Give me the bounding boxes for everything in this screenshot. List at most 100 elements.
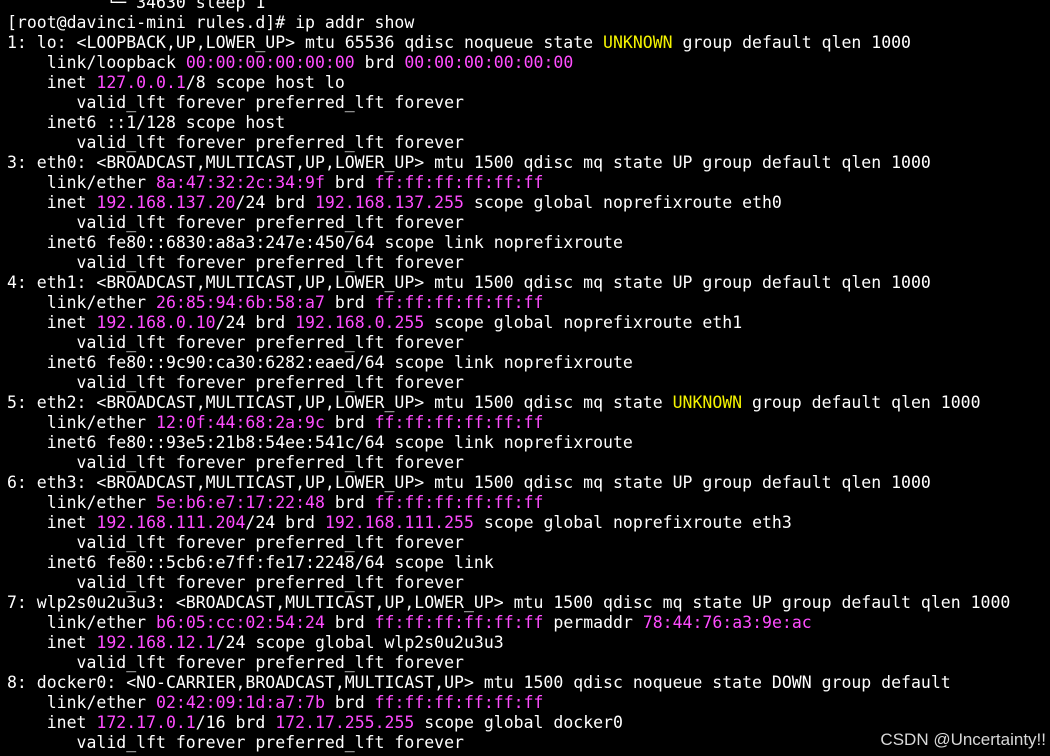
output-text: /24 brd bbox=[235, 193, 315, 212]
terminal-line: 1: lo: <LOOPBACK,UP,LOWER_UP> mtu 65536 … bbox=[0, 33, 1050, 53]
output-text: link/ether bbox=[7, 693, 157, 712]
address-text: 192.168.111.255 bbox=[324, 513, 474, 532]
terminal-line: inet 192.168.137.20/24 brd 192.168.137.2… bbox=[0, 193, 1050, 213]
terminal-line: valid_lft forever preferred_lft forever bbox=[0, 453, 1050, 473]
terminal-line: link/ether 8a:47:32:2c:34:9f brd ff:ff:f… bbox=[0, 173, 1050, 193]
output-text: /24 scope global wlp2s0u2u3u3 bbox=[215, 633, 504, 652]
output-text: group default qlen 1000 bbox=[672, 33, 912, 52]
terminal-line: valid_lft forever preferred_lft forever bbox=[0, 133, 1050, 153]
address-text: 192.168.137.20 bbox=[96, 193, 236, 212]
terminal-line: inet 192.168.111.204/24 brd 192.168.111.… bbox=[0, 513, 1050, 533]
output-text: /24 brd bbox=[245, 513, 325, 532]
output-text: brd bbox=[324, 293, 375, 312]
terminal-line: link/ether b6:05:cc:02:54:24 brd ff:ff:f… bbox=[0, 613, 1050, 633]
output-text: valid_lft forever preferred_lft forever bbox=[7, 133, 464, 152]
output-text: valid_lft forever preferred_lft forever bbox=[7, 653, 464, 672]
output-text: scope global noprefixroute eth3 bbox=[473, 513, 792, 532]
terminal-line: valid_lft forever preferred_lft forever bbox=[0, 573, 1050, 593]
terminal-line: link/ether 02:42:09:1d:a7:7b brd ff:ff:f… bbox=[0, 693, 1050, 713]
output-text: valid_lft forever preferred_lft forever bbox=[7, 213, 464, 232]
state-text: UNKNOWN bbox=[672, 393, 743, 412]
terminal-line: inet 127.0.0.1/8 scope host lo bbox=[0, 73, 1050, 93]
address-text: 78:44:76:a3:9e:ac bbox=[642, 613, 812, 632]
output-text: valid_lft forever preferred_lft forever bbox=[7, 93, 464, 112]
terminal-line: inet 192.168.0.10/24 brd 192.168.0.255 s… bbox=[0, 313, 1050, 333]
output-text: brd bbox=[324, 413, 375, 432]
terminal-line: valid_lft forever preferred_lft forever bbox=[0, 373, 1050, 393]
address-text: 192.168.111.204 bbox=[96, 513, 246, 532]
address-text: 192.168.12.1 bbox=[96, 633, 216, 652]
address-text: 192.168.0.255 bbox=[295, 313, 425, 332]
output-text: inet bbox=[7, 713, 97, 732]
output-text: brd bbox=[324, 173, 375, 192]
terminal-line: inet6 fe80::93e5:21b8:54ee:541c/64 scope… bbox=[0, 433, 1050, 453]
output-text: brd bbox=[354, 53, 405, 72]
output-text: 3: eth0: <BROADCAST,MULTICAST,UP,LOWER_U… bbox=[7, 153, 931, 172]
output-text: └─ 34630 sleep 1 bbox=[7, 0, 266, 12]
address-text: 12:0f:44:68:2a:9c bbox=[156, 413, 325, 432]
terminal-line: link/loopback 00:00:00:00:00:00 brd 00:0… bbox=[0, 53, 1050, 73]
output-text: inet6 fe80::93e5:21b8:54ee:541c/64 scope… bbox=[7, 433, 633, 452]
address-text: ff:ff:ff:ff:ff:ff bbox=[374, 413, 544, 432]
terminal-line: valid_lft forever preferred_lft forever bbox=[0, 653, 1050, 673]
output-text: inet bbox=[7, 313, 97, 332]
output-text: brd bbox=[324, 613, 375, 632]
address-text: 02:42:09:1d:a7:7b bbox=[156, 693, 325, 712]
output-text: valid_lft forever preferred_lft forever bbox=[7, 453, 464, 472]
output-text: valid_lft forever preferred_lft forever bbox=[7, 333, 464, 352]
output-text: 1: lo: <LOOPBACK,UP,LOWER_UP> mtu 65536 … bbox=[7, 33, 604, 52]
address-text: b6:05:cc:02:54:24 bbox=[156, 613, 325, 632]
address-text: 192.168.137.255 bbox=[314, 193, 464, 212]
output-text: link/ether bbox=[7, 293, 157, 312]
output-text: 5: eth2: <BROADCAST,MULTICAST,UP,LOWER_U… bbox=[7, 393, 673, 412]
output-text: inet bbox=[7, 513, 97, 532]
output-text: valid_lft forever preferred_lft forever bbox=[7, 533, 464, 552]
output-text: 4: eth1: <BROADCAST,MULTICAST,UP,LOWER_U… bbox=[7, 273, 931, 292]
terminal-line: link/ether 5e:b6:e7:17:22:48 brd ff:ff:f… bbox=[0, 493, 1050, 513]
terminal-line: valid_lft forever preferred_lft forever bbox=[0, 93, 1050, 113]
output-text: valid_lft forever preferred_lft forever bbox=[7, 253, 464, 272]
terminal-line: valid_lft forever preferred_lft forever bbox=[0, 333, 1050, 353]
output-text: [root@davinci-mini rules.d]# ip addr sho… bbox=[7, 13, 415, 32]
address-text: ff:ff:ff:ff:ff:ff bbox=[374, 693, 544, 712]
output-text: inet6 ::1/128 scope host bbox=[7, 113, 286, 132]
output-text: link/ether bbox=[7, 413, 157, 432]
output-text: valid_lft forever preferred_lft forever bbox=[7, 573, 464, 592]
terminal-output[interactable]: └─ 34630 sleep 1 [root@davinci-mini rules… bbox=[0, 0, 1050, 753]
output-text: valid_lft forever preferred_lft forever bbox=[7, 733, 464, 752]
terminal-line: link/ether 26:85:94:6b:58:a7 brd ff:ff:f… bbox=[0, 293, 1050, 313]
output-text: group default qlen 1000 bbox=[742, 393, 981, 412]
output-text: 7: wlp2s0u2u3u3: <BROADCAST,MULTICAST,UP… bbox=[7, 593, 1011, 612]
output-text: /24 brd bbox=[215, 313, 296, 332]
address-text: ff:ff:ff:ff:ff:ff bbox=[374, 493, 544, 512]
output-text: /8 scope host lo bbox=[185, 73, 345, 92]
output-text: link/ether bbox=[7, 173, 157, 192]
address-text: 26:85:94:6b:58:a7 bbox=[156, 293, 325, 312]
output-text: 6: eth3: <BROADCAST,MULTICAST,UP,LOWER_U… bbox=[7, 473, 931, 492]
address-text: 172.17.0.1 bbox=[96, 713, 196, 732]
output-text: inet bbox=[7, 633, 97, 652]
output-text: inet6 fe80::6830:a8a3:247e:450/64 scope … bbox=[7, 233, 623, 252]
output-text: scope global noprefixroute eth0 bbox=[463, 193, 782, 212]
terminal-line: valid_lft forever preferred_lft forever bbox=[0, 213, 1050, 233]
address-text: 192.168.0.10 bbox=[96, 313, 216, 332]
output-text: brd bbox=[324, 493, 375, 512]
terminal-line: 5: eth2: <BROADCAST,MULTICAST,UP,LOWER_U… bbox=[0, 393, 1050, 413]
terminal-line: 6: eth3: <BROADCAST,MULTICAST,UP,LOWER_U… bbox=[0, 473, 1050, 493]
output-text: inet6 fe80::5cb6:e7ff:fe17:2248/64 scope… bbox=[7, 553, 494, 572]
output-text: inet6 fe80::9c90:ca30:6282:eaed/64 scope… bbox=[7, 353, 633, 372]
address-text: ff:ff:ff:ff:ff:ff bbox=[374, 173, 544, 192]
output-text: valid_lft forever preferred_lft forever bbox=[7, 373, 464, 392]
address-text: ff:ff:ff:ff:ff:ff bbox=[374, 293, 544, 312]
terminal-line: inet6 fe80::6830:a8a3:247e:450/64 scope … bbox=[0, 233, 1050, 253]
address-text: 00:00:00:00:00:00 bbox=[404, 53, 574, 72]
terminal-line: └─ 34630 sleep 1 bbox=[0, 0, 1050, 13]
terminal-line: inet 192.168.12.1/24 scope global wlp2s0… bbox=[0, 633, 1050, 653]
terminal-line: 8: docker0: <NO-CARRIER,BROADCAST,MULTIC… bbox=[0, 673, 1050, 693]
address-text: 172.17.255.255 bbox=[275, 713, 415, 732]
output-text: link/loopback bbox=[7, 53, 186, 72]
address-text: 5e:b6:e7:17:22:48 bbox=[156, 493, 325, 512]
csdn-watermark: CSDN @Uncertainty!! bbox=[880, 730, 1046, 749]
address-text: ff:ff:ff:ff:ff:ff bbox=[374, 613, 544, 632]
command-line: [root@davinci-mini rules.d]# ip addr sho… bbox=[0, 13, 1050, 33]
